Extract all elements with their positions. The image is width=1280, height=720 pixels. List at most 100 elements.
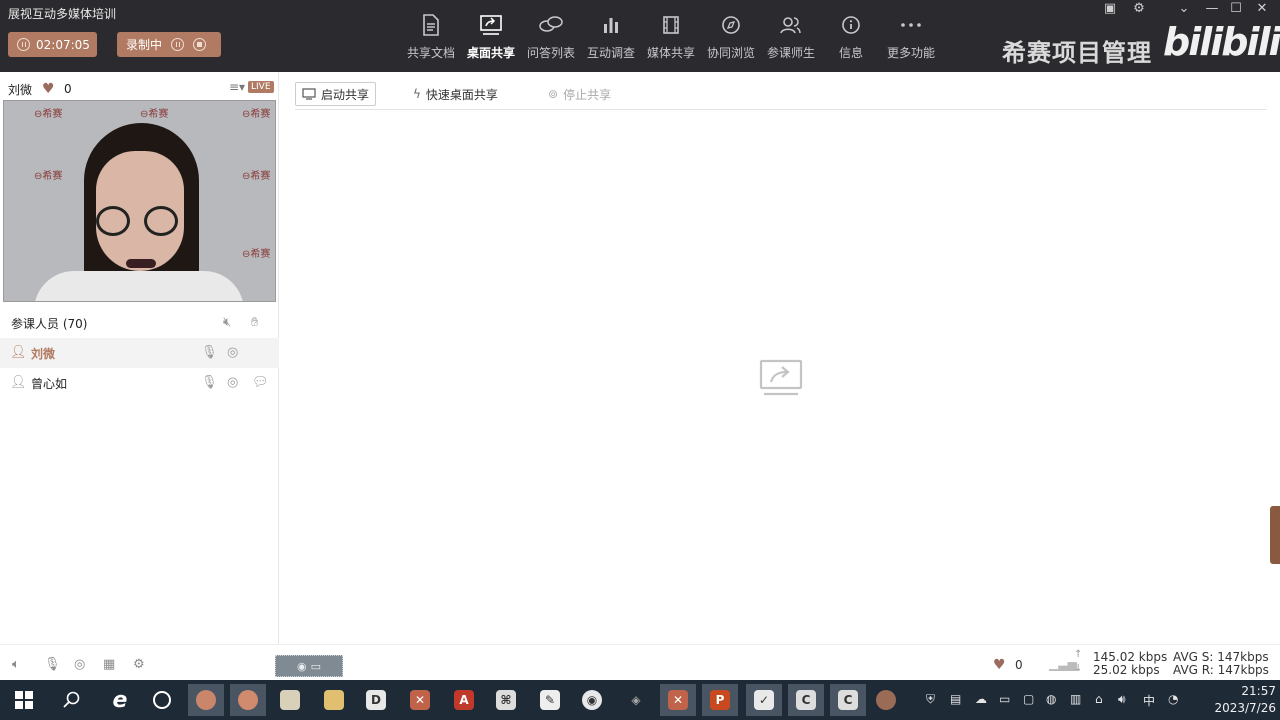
tool-more[interactable]: 更多功能 bbox=[881, 12, 941, 64]
floating-toolbar-button[interactable]: ◉ ▭ bbox=[275, 655, 343, 677]
settings-icon[interactable]: ⚙ bbox=[133, 657, 145, 672]
chrome-app-icon[interactable]: ◉ bbox=[574, 684, 610, 716]
download-arrow-icon: ↓ bbox=[1074, 663, 1083, 674]
participants-header: 参课人员 (70) 🔇︎ ✋︎ bbox=[0, 308, 279, 338]
close-icon[interactable]: ✕ bbox=[1250, 0, 1274, 16]
signal-icon: ▁▃▅ bbox=[1049, 657, 1077, 671]
participant-row[interactable]: 👤︎ 曾心如 🎙︎ ◎ 💬︎ bbox=[0, 368, 279, 398]
left-panel: 刘微 ♥ 0 ≡▾ LIVE ⊖希赛 ⊖希赛 ⊖希赛 ⊖希赛 ⊖希赛 ⊖希赛 参… bbox=[0, 72, 279, 644]
xmind-app-icon[interactable]: ✕ bbox=[402, 684, 438, 716]
tool-desktop-share[interactable]: 桌面共享 bbox=[461, 12, 521, 64]
heart-icon[interactable]: ♥ bbox=[993, 657, 1006, 673]
tool-shared-document[interactable]: 共享文档 bbox=[401, 12, 461, 64]
file-explorer-icon[interactable] bbox=[316, 684, 352, 716]
quick-desktop-share-button[interactable]: ϟ 快速桌面共享 bbox=[407, 82, 504, 106]
shield-icon[interactable]: ⛨ bbox=[926, 692, 935, 707]
side-panel-tab[interactable] bbox=[1270, 506, 1280, 564]
tool-info[interactable]: 信息 bbox=[821, 12, 881, 64]
tray-app-icon[interactable]: ▢ bbox=[1023, 692, 1034, 706]
tool-co-browse[interactable]: 协同浏览 bbox=[701, 12, 761, 64]
document-app-icon[interactable]: D bbox=[358, 684, 394, 716]
speaker-icon[interactable]: 🔈︎ bbox=[12, 657, 20, 672]
timer-pill[interactable]: 02:07:05 bbox=[8, 32, 97, 57]
editor-app-icon[interactable]: ✎ bbox=[532, 684, 568, 716]
tray-app-icon[interactable]: ▥ bbox=[1070, 692, 1081, 706]
upload-arrow-icon: ↑ bbox=[1074, 649, 1083, 660]
chat-app-icon[interactable] bbox=[144, 684, 180, 716]
ie-browser-icon[interactable]: e bbox=[102, 684, 138, 716]
microphone-icon[interactable]: 🎙︎ bbox=[201, 345, 218, 360]
mute-all-icon[interactable]: 🔇︎ bbox=[223, 315, 231, 330]
maximize-icon[interactable]: ☐ bbox=[1224, 0, 1248, 16]
chat-icon[interactable]: 💬︎ bbox=[252, 375, 269, 390]
training-app-icon[interactable] bbox=[230, 684, 266, 716]
pause-recording-icon[interactable] bbox=[171, 38, 185, 51]
volume-icon[interactable]: 🔊︎ bbox=[1118, 692, 1126, 707]
desktop-share-icon bbox=[461, 12, 521, 38]
search-icon[interactable] bbox=[54, 684, 90, 716]
webcam-icon[interactable]: ◎ bbox=[74, 657, 85, 672]
raise-hand-icon[interactable]: ✋︎ bbox=[251, 315, 258, 330]
video-watermark: ⊖希赛 bbox=[34, 171, 63, 182]
live-badge: LIVE bbox=[248, 81, 274, 93]
tray-icon[interactable]: ▤ bbox=[950, 692, 961, 706]
pdf-app-icon[interactable]: A bbox=[446, 684, 482, 716]
tray-app-icon[interactable]: ◍ bbox=[1046, 692, 1056, 706]
participant-name: 曾心如 bbox=[31, 376, 68, 391]
windows-start-icon[interactable] bbox=[6, 684, 42, 716]
glasses-lens bbox=[144, 206, 178, 236]
system-clock[interactable]: 21:57 2023/7/26 bbox=[1196, 683, 1276, 717]
xmind-active-icon[interactable]: ✕ bbox=[660, 684, 696, 716]
clock-time: 21:57 bbox=[1241, 684, 1276, 698]
tool-media-share[interactable]: 媒体共享 bbox=[641, 12, 701, 64]
layout-icon[interactable]: ▣ bbox=[1098, 0, 1122, 16]
elapsed-timer: 02:07:05 bbox=[36, 37, 90, 52]
user-icon: 👤︎ bbox=[10, 375, 27, 390]
participant-row[interactable]: 👤︎ 刘微 🎙︎ ◎ bbox=[0, 338, 279, 368]
screen-icon bbox=[302, 88, 316, 100]
presenter-name: 刘微 bbox=[8, 83, 33, 97]
tool-participants[interactable]: 参课师生 bbox=[761, 12, 821, 64]
microphone-muted-icon[interactable]: 🎙︎ bbox=[201, 375, 218, 390]
capture-app-icon-2[interactable]: C bbox=[830, 684, 866, 716]
wechat-tray-icon[interactable]: ☁ bbox=[975, 692, 987, 706]
download-rate: 25.02 kbps bbox=[1093, 663, 1160, 677]
settings-gear-icon[interactable]: ⚙ bbox=[1127, 0, 1151, 16]
stop-share-button[interactable]: ⊚ 停止共享 bbox=[542, 82, 617, 106]
powerpoint-icon[interactable]: P bbox=[702, 684, 738, 716]
stop-recording-icon[interactable] bbox=[193, 38, 207, 51]
minimize-icon[interactable]: — bbox=[1200, 0, 1224, 16]
screen-record-icon[interactable]: ▦ bbox=[103, 657, 115, 672]
tool-label: 问答列表 bbox=[526, 46, 575, 60]
info-icon bbox=[821, 12, 881, 38]
like-count: 0 bbox=[64, 82, 72, 96]
tool-label: 共享文档 bbox=[406, 46, 455, 60]
camera-icon[interactable]: ◎ bbox=[227, 345, 238, 360]
start-share-button[interactable]: 启动共享 bbox=[295, 82, 377, 106]
taskbar-app-icon[interactable] bbox=[188, 684, 224, 716]
chevron-down-icon[interactable]: ⌄ bbox=[1172, 0, 1196, 16]
screen-tool-icon[interactable]: ✓ bbox=[746, 684, 782, 716]
record-app-icon[interactable] bbox=[868, 684, 904, 716]
capture-app-icon[interactable]: C bbox=[788, 684, 824, 716]
heart-icon[interactable]: ♥ bbox=[42, 81, 55, 97]
clock-date: 2023/7/26 bbox=[1214, 701, 1276, 715]
camera-off-icon[interactable]: ◎ bbox=[227, 375, 238, 390]
app-title: 展视互动多媒体培训 bbox=[8, 7, 117, 21]
microphone-icon[interactable]: 🎙︎ bbox=[44, 657, 61, 672]
notes-app-icon[interactable] bbox=[272, 684, 308, 716]
nvidia-app-icon[interactable]: ◈ bbox=[618, 684, 654, 716]
input-mode-icon[interactable]: ◔ bbox=[1168, 692, 1178, 706]
network-icon[interactable]: ⌂ bbox=[1095, 692, 1103, 706]
tool-qa-list[interactable]: 问答列表 bbox=[521, 12, 581, 64]
battery-icon[interactable]: ▭ bbox=[999, 692, 1010, 706]
list-menu-icon[interactable]: ≡▾ bbox=[229, 80, 245, 94]
document-icon bbox=[401, 12, 461, 38]
presenter-shirt bbox=[34, 271, 244, 301]
tool-interactive-survey[interactable]: 互动调查 bbox=[581, 12, 641, 64]
recording-label: 录制中 bbox=[126, 38, 163, 52]
ime-indicator[interactable]: 中 bbox=[1143, 692, 1155, 709]
mindmap-app-icon[interactable]: ⌘ bbox=[488, 684, 524, 716]
tool-label: 信息 bbox=[838, 46, 863, 60]
windows-taskbar: e D ✕ A ⌘ ✎ ◉ ◈ ✕ P ✓ C C ⛨ ▤ ☁ ▭ ▢ ◍ ▥ … bbox=[0, 680, 1280, 720]
